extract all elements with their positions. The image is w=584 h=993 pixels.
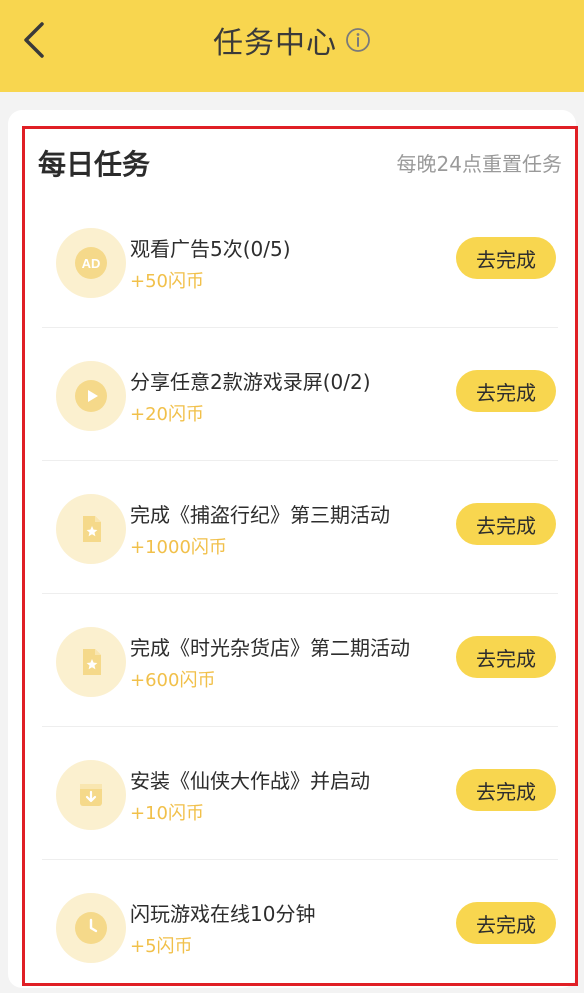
task-name: 分享任意2款游戏录屏(0/2) bbox=[130, 370, 371, 394]
clock-icon bbox=[75, 912, 107, 944]
download-box-icon bbox=[80, 784, 102, 806]
task-icon-bg bbox=[56, 627, 126, 697]
task-reward: +600闪币 bbox=[130, 670, 216, 691]
task-reward: +5闪币 bbox=[130, 936, 193, 957]
ad-icon-text: AD bbox=[82, 256, 101, 271]
task-reward: +1000闪币 bbox=[130, 537, 227, 558]
ad-icon: AD bbox=[75, 247, 107, 279]
section-title: 每日任务 bbox=[38, 148, 151, 181]
task-icon-bg bbox=[56, 494, 126, 564]
task-reward: +10闪币 bbox=[130, 803, 204, 824]
task-name: 完成《时光杂货店》第二期活动 bbox=[130, 636, 410, 660]
task-name: 完成《捕盗行纪》第三期活动 bbox=[130, 503, 390, 527]
reset-note: 每晚24点重置任务 bbox=[396, 152, 562, 176]
complete-task-button[interactable]: 去完成 bbox=[456, 503, 556, 545]
task-row: 完成《捕盗行纪》第三期活动 +1000闪币 去完成 bbox=[22, 461, 578, 594]
title-group: 任务中心 bbox=[0, 18, 584, 62]
page-title: 任务中心 bbox=[213, 26, 337, 61]
task-name: 观看广告5次(0/5) bbox=[130, 237, 291, 261]
task-name: 闪玩游戏在线10分钟 bbox=[130, 902, 316, 926]
play-icon bbox=[75, 380, 107, 412]
task-reward: +50闪币 bbox=[130, 271, 204, 292]
document-star-icon bbox=[83, 516, 101, 542]
task-icon-bg bbox=[56, 760, 126, 830]
task-icon-bg bbox=[56, 893, 126, 963]
task-row: 分享任意2款游戏录屏(0/2) +20闪币 去完成 bbox=[22, 328, 578, 461]
task-row: 完成《时光杂货店》第二期活动 +600闪币 去完成 bbox=[22, 594, 578, 727]
header-bar: 任务中心 bbox=[0, 0, 584, 92]
task-icon-bg bbox=[56, 361, 126, 431]
task-row: AD 观看广告5次(0/5) +50闪币 去完成 bbox=[22, 195, 578, 328]
task-row: 闪玩游戏在线10分钟 +5闪币 去完成 bbox=[22, 860, 578, 993]
info-icon[interactable] bbox=[345, 27, 371, 53]
task-row: 安装《仙侠大作战》并启动 +10闪币 去完成 bbox=[22, 727, 578, 860]
task-reward: +20闪币 bbox=[130, 404, 204, 425]
complete-task-button[interactable]: 去完成 bbox=[456, 370, 556, 412]
task-name: 安装《仙侠大作战》并启动 bbox=[130, 769, 370, 793]
complete-task-button[interactable]: 去完成 bbox=[456, 902, 556, 944]
complete-task-button[interactable]: 去完成 bbox=[456, 237, 556, 279]
task-icon-bg: AD bbox=[56, 228, 126, 298]
complete-task-button[interactable]: 去完成 bbox=[456, 636, 556, 678]
complete-task-button[interactable]: 去完成 bbox=[456, 769, 556, 811]
document-star-icon bbox=[83, 649, 101, 675]
